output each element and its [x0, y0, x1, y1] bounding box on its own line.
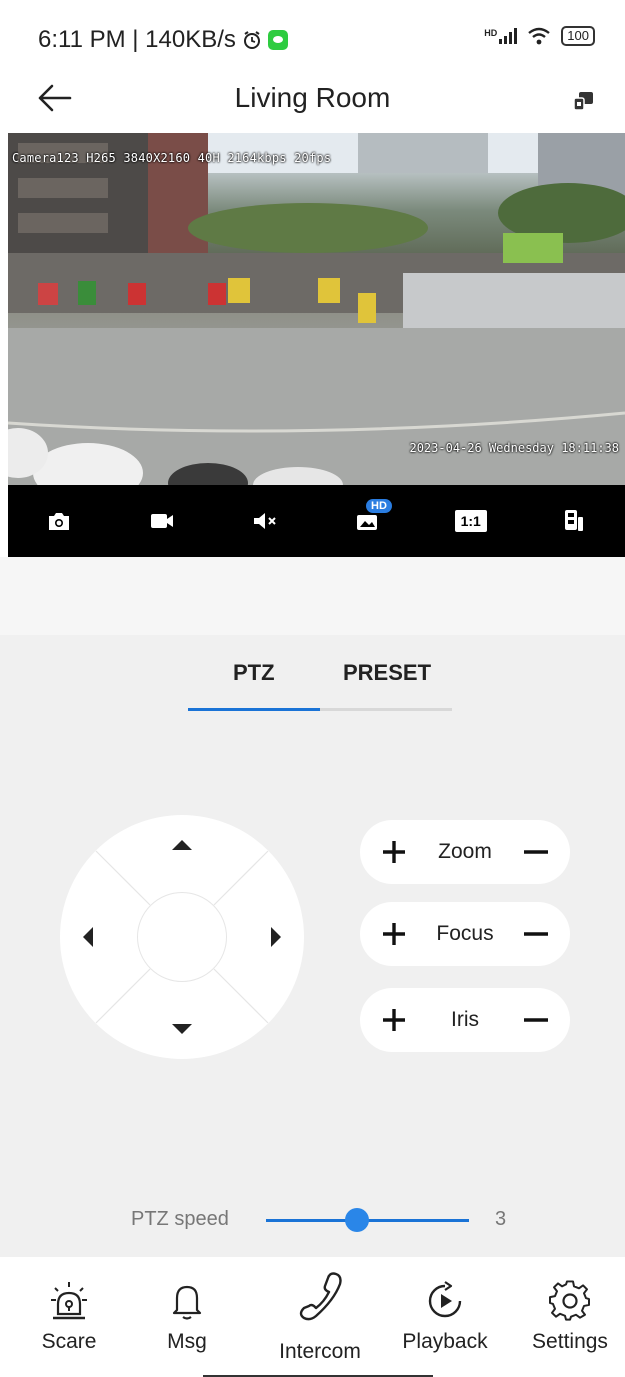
minus-icon	[524, 850, 548, 854]
nav-playback-label: Playback	[402, 1329, 488, 1353]
siren-icon	[51, 1281, 87, 1319]
nav-playback[interactable]: Playback	[390, 1269, 500, 1364]
ptz-speed-value: 3	[495, 1208, 507, 1230]
aspect-ratio-button[interactable]: 1:1	[445, 495, 497, 547]
record-button[interactable]	[136, 495, 188, 547]
pan-up-button[interactable]	[162, 825, 202, 865]
zoom-control: Zoom	[360, 820, 570, 884]
hd-quality-button[interactable]: HD	[342, 495, 394, 547]
header: Living Room	[0, 70, 625, 132]
focus-minus-button[interactable]	[512, 910, 560, 958]
ptz-speed-row: PTZ speed 3	[0, 1200, 625, 1240]
tab-ptz[interactable]: PTZ	[233, 660, 275, 686]
triangle-down-icon	[172, 1024, 192, 1034]
camera-scene-image	[8, 133, 625, 485]
nav-scare-label: Scare	[41, 1329, 97, 1353]
nav-scare[interactable]: Scare	[14, 1269, 124, 1364]
battery-icon: 100	[561, 26, 595, 46]
zoom-in-button[interactable]	[370, 828, 418, 876]
nav-msg-label: Msg	[167, 1329, 207, 1353]
gear-icon	[549, 1279, 590, 1321]
pan-down-button[interactable]	[162, 1009, 202, 1049]
alarm-icon	[243, 31, 260, 49]
minus-icon	[524, 1018, 548, 1022]
nav-msg[interactable]: Msg	[132, 1269, 242, 1364]
video-toolbar: HD 1:1	[8, 485, 625, 557]
ptz-tabs: PTZ PRESET	[188, 660, 452, 712]
focus-label: Focus	[436, 922, 494, 945]
tab-indicator	[188, 708, 320, 711]
zoom-out-button[interactable]	[512, 828, 560, 876]
mute-speaker-icon	[254, 513, 276, 529]
bottom-nav: Scare Msg Intercom Playback Settings	[0, 1257, 625, 1377]
triangle-left-icon	[83, 927, 93, 947]
nav-intercom[interactable]: Intercom	[265, 1269, 375, 1364]
iris-minus-button[interactable]	[512, 996, 560, 1044]
record-video-icon	[151, 514, 174, 528]
wifi-icon	[528, 27, 551, 45]
snapshot-camera-icon	[49, 513, 70, 530]
aspect-ratio-icon: 1:1	[454, 510, 487, 532]
snapshot-button[interactable]	[33, 495, 85, 547]
bell-icon	[172, 1285, 202, 1320]
multi-screen-button[interactable]	[548, 495, 600, 547]
signal-icon: HD	[484, 28, 518, 44]
iris-control: Iris	[360, 988, 570, 1052]
status-left: 6:11 PM | 140KB/s	[38, 26, 288, 54]
playback-icon	[428, 1280, 462, 1317]
cast-button[interactable]	[571, 88, 597, 114]
ptz-speed-slider-thumb[interactable]	[345, 1208, 370, 1232]
status-bar: 6:11 PM | 140KB/s HD 100	[0, 0, 625, 70]
nav-intercom-label: Intercom	[279, 1339, 361, 1363]
hd-quality-icon	[356, 515, 377, 530]
plus-icon	[383, 841, 405, 863]
nav-settings[interactable]: Settings	[515, 1269, 625, 1364]
triangle-up-icon	[172, 840, 192, 850]
plus-icon	[383, 923, 405, 945]
video-osd-info: Camera123 H265 3840X2160 40H 2164kbps 20…	[12, 151, 332, 165]
mute-button[interactable]	[239, 495, 291, 547]
ptz-speed-label: PTZ speed	[131, 1208, 229, 1230]
zoom-label: Zoom	[438, 840, 492, 863]
triangle-right-icon	[271, 927, 281, 947]
iris-plus-button[interactable]	[370, 996, 418, 1044]
spacer	[0, 557, 625, 635]
focus-control: Focus	[360, 902, 570, 966]
iris-label: Iris	[451, 1008, 479, 1031]
plus-icon	[383, 1009, 405, 1031]
page-title: Living Room	[234, 82, 391, 113]
tab-track	[188, 708, 452, 711]
status-time: 6:11 PM | 140KB/s	[38, 26, 236, 53]
pan-left-button[interactable]	[68, 917, 108, 957]
joystick-center[interactable]	[137, 892, 227, 982]
status-right: HD 100	[484, 26, 595, 46]
chat-app-icon	[267, 30, 288, 50]
hd-badge: HD	[366, 499, 392, 513]
ptz-panel: PTZ PRESET Zoom Focus Iris PTZ speed 3	[0, 635, 625, 1257]
tab-preset[interactable]: PRESET	[343, 660, 431, 686]
focus-plus-button[interactable]	[370, 910, 418, 958]
video-osd-timestamp: 2023-04-26 Wednesday 18:11:38	[409, 441, 619, 455]
ptz-joystick[interactable]	[60, 815, 304, 1059]
signal-badge: HD	[484, 28, 498, 38]
nav-settings-label: Settings	[532, 1329, 608, 1353]
pan-right-button[interactable]	[256, 917, 296, 957]
camera-video-feed[interactable]: Camera123 H265 3840X2160 40H 2164kbps 20…	[8, 133, 625, 485]
cast-device-icon	[573, 92, 593, 111]
phone-icon	[299, 1271, 342, 1320]
multi-screen-icon	[564, 510, 583, 531]
minus-icon	[524, 932, 548, 936]
